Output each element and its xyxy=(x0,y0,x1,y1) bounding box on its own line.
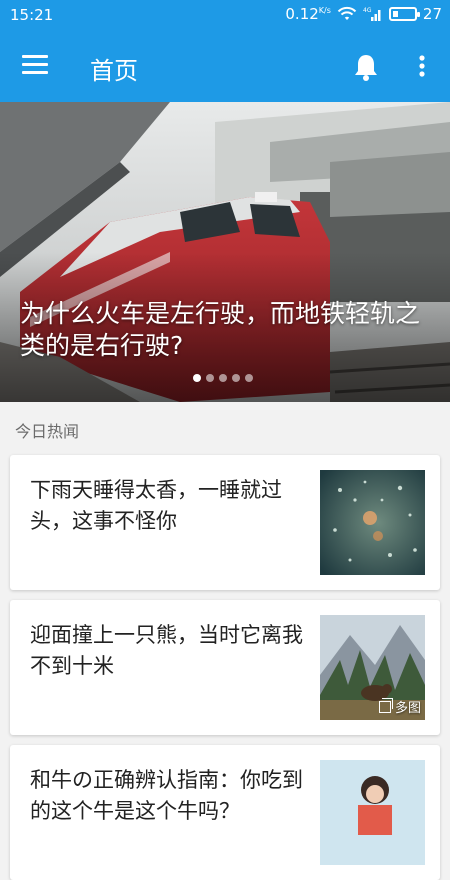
more-vert-icon[interactable] xyxy=(412,52,432,82)
carousel-indicator xyxy=(193,374,253,382)
menu-icon[interactable] xyxy=(22,55,48,77)
top-story-banner[interactable]: 为什么火车是左行驶，而地铁轻轨之类的是右行驶? xyxy=(0,102,450,402)
status-indicators: 0.12K/s 4G 27 xyxy=(285,5,442,23)
story-title: 迎面撞上一只熊，当时它离我不到十米 xyxy=(30,623,303,678)
wifi-icon xyxy=(337,6,357,20)
section-title: 今日热闻 xyxy=(15,422,80,441)
story-card[interactable]: 下雨天睡得太香，一睡就过头，这事不怪你 xyxy=(10,455,440,590)
signal-icon: 4G xyxy=(363,7,381,21)
carousel-dot[interactable] xyxy=(245,374,253,382)
story-thumbnail xyxy=(320,760,425,865)
story-card[interactable]: 和牛の正确辨认指南：你吃到的这个牛是这个牛吗？ xyxy=(10,745,440,880)
net-speed-value: 0.12 xyxy=(285,5,319,23)
status-time: 15:21 xyxy=(10,6,54,24)
banner-headline: 为什么火车是左行驶，而地铁轻轨之类的是右行驶? xyxy=(20,299,421,360)
story-thumbnail xyxy=(320,470,425,575)
battery-level: 27 xyxy=(422,5,442,23)
net-speed: 0.12K/s xyxy=(285,5,331,23)
carousel-dot[interactable] xyxy=(193,374,201,382)
status-bar: 15:21 0.12K/s 4G 27 xyxy=(0,0,450,32)
story-title: 和牛の正确辨认指南：你吃到的这个牛是这个牛吗？ xyxy=(30,768,303,823)
badge-label: 多图 xyxy=(394,701,421,716)
story-title: 下雨天睡得太香，一睡就过头，这事不怪你 xyxy=(30,478,282,533)
gallery-icon xyxy=(378,697,393,713)
carousel-dot[interactable] xyxy=(206,374,214,382)
bell-icon[interactable] xyxy=(352,52,380,82)
signal-label: 4G xyxy=(363,7,372,14)
story-card[interactable]: 迎面撞上一只熊，当时它离我不到十米 多图 xyxy=(10,600,440,735)
page-title: 首页 xyxy=(90,57,138,85)
net-speed-unit: K/s xyxy=(318,6,331,15)
multi-image-badge: 多图 xyxy=(378,697,421,716)
story-thumbnail: 多图 xyxy=(320,615,425,720)
carousel-dot[interactable] xyxy=(219,374,227,382)
battery-icon xyxy=(388,7,420,21)
app-bar: 首页 xyxy=(0,32,450,102)
carousel-dot[interactable] xyxy=(232,374,240,382)
